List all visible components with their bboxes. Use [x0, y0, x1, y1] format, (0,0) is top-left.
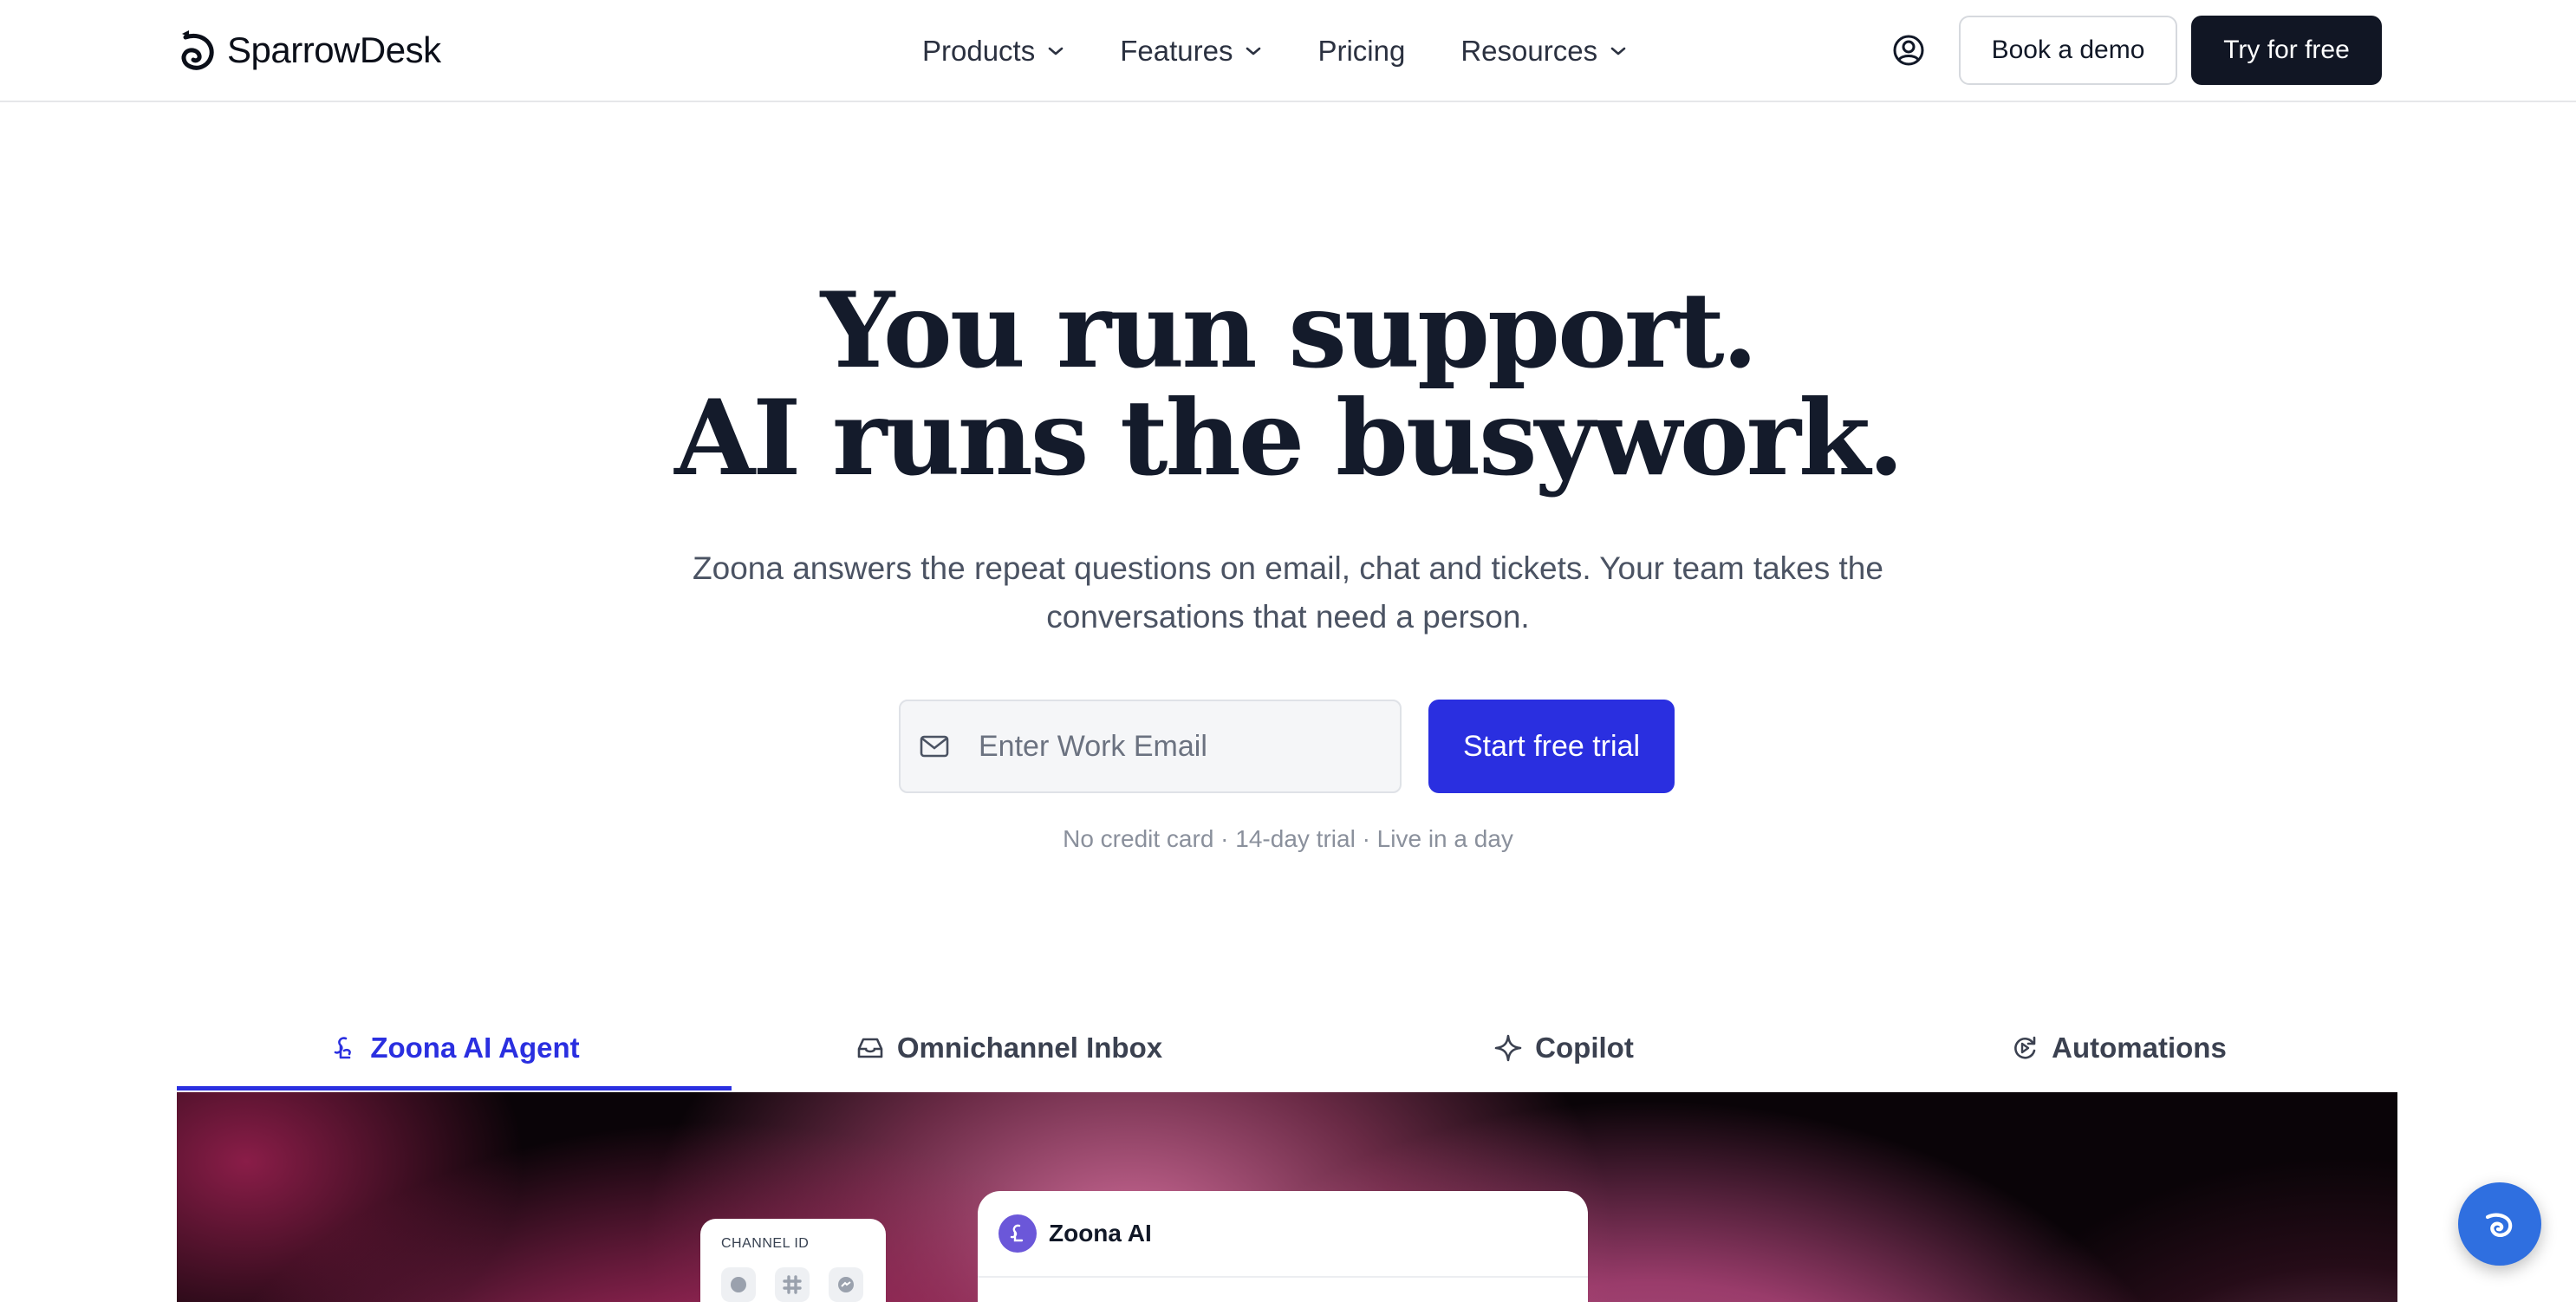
zoona-icon — [335, 1037, 352, 1059]
email-input[interactable] — [979, 729, 1377, 764]
nav-item-resources[interactable]: Resources — [1460, 35, 1627, 68]
product-tabs: Zoona AI Agent Omnichannel Inbox Copilot… — [177, 1006, 2397, 1090]
zoona-chat-card: Zoona AI — [978, 1191, 1588, 1302]
tab-omnichannel-inbox[interactable]: Omnichannel Inbox — [732, 1006, 1286, 1090]
mail-icon — [920, 735, 949, 758]
nav-item-label: Features — [1120, 35, 1233, 67]
nav-item-features[interactable]: Features — [1120, 35, 1262, 68]
nav-item-label: Resources — [1460, 35, 1598, 67]
top-nav: SparrowDesk Products Features Pricing Re… — [0, 0, 2576, 102]
brand-name: SparrowDesk — [227, 29, 441, 70]
chat-launcher-icon — [2485, 1213, 2513, 1237]
email-field[interactable] — [899, 700, 1402, 793]
channel-icons — [721, 1267, 865, 1302]
tab-label: Zoona AI Agent — [370, 1032, 580, 1064]
start-trial-button[interactable]: Start free trial — [1428, 700, 1675, 793]
book-demo-button[interactable]: Book a demo — [1959, 16, 2177, 85]
chat-title: Zoona AI — [1049, 1220, 1152, 1247]
inbox-icon — [857, 1038, 883, 1058]
hero-title-line1: You run support. — [820, 270, 1759, 392]
tab-zoona-ai-agent[interactable]: Zoona AI Agent — [177, 1006, 732, 1090]
tab-automations[interactable]: Automations — [1841, 1006, 2396, 1090]
product-showcase: CHANNEL ID Zoona AI — [177, 1092, 2397, 1302]
chevron-down-icon — [1610, 47, 1626, 55]
nav-item-products[interactable]: Products — [922, 35, 1064, 68]
user-account-icon[interactable] — [1891, 33, 1926, 68]
nav-item-label: Pricing — [1317, 35, 1406, 67]
phone-icon — [721, 1267, 756, 1302]
zoona-avatar-icon — [999, 1214, 1037, 1253]
sparrow-logo-icon — [181, 30, 214, 70]
chat-header: Zoona AI — [978, 1191, 1588, 1278]
try-free-button[interactable]: Try for free — [2191, 16, 2382, 85]
main-menu: Products Features Pricing Resources — [922, 29, 1627, 73]
channel-card-title: CHANNEL ID — [721, 1236, 810, 1251]
brand-logo[interactable]: SparrowDesk — [177, 24, 441, 76]
chat-launcher-button[interactable] — [2458, 1182, 2541, 1266]
nav-item-label: Products — [922, 35, 1036, 67]
nav-actions: Book a demo Try for free — [1891, 16, 2382, 85]
chevron-down-icon — [1246, 47, 1261, 55]
sparkle-icon — [1494, 1034, 1522, 1062]
hero-title-line2: AI runs the busywork. — [674, 377, 1904, 499]
trial-note: No credit card · 14-day trial · Live in … — [1063, 825, 1513, 852]
slack-icon — [775, 1267, 810, 1302]
tab-copilot[interactable]: Copilot — [1286, 1006, 1841, 1090]
chevron-down-icon — [1048, 47, 1064, 55]
nav-item-pricing[interactable]: Pricing — [1317, 35, 1405, 68]
hero-title: You run support. AI runs the busywork. — [0, 277, 2576, 492]
channel-card: CHANNEL ID — [700, 1219, 886, 1302]
automation-icon — [2014, 1036, 2036, 1059]
tab-label: Copilot — [1535, 1032, 1634, 1064]
tab-label: Omnichannel Inbox — [896, 1032, 1163, 1064]
messenger-icon — [829, 1267, 863, 1302]
tab-label: Automations — [2052, 1032, 2227, 1064]
hero-subtitle: Zoona answers the repeat questions on em… — [693, 550, 1883, 635]
